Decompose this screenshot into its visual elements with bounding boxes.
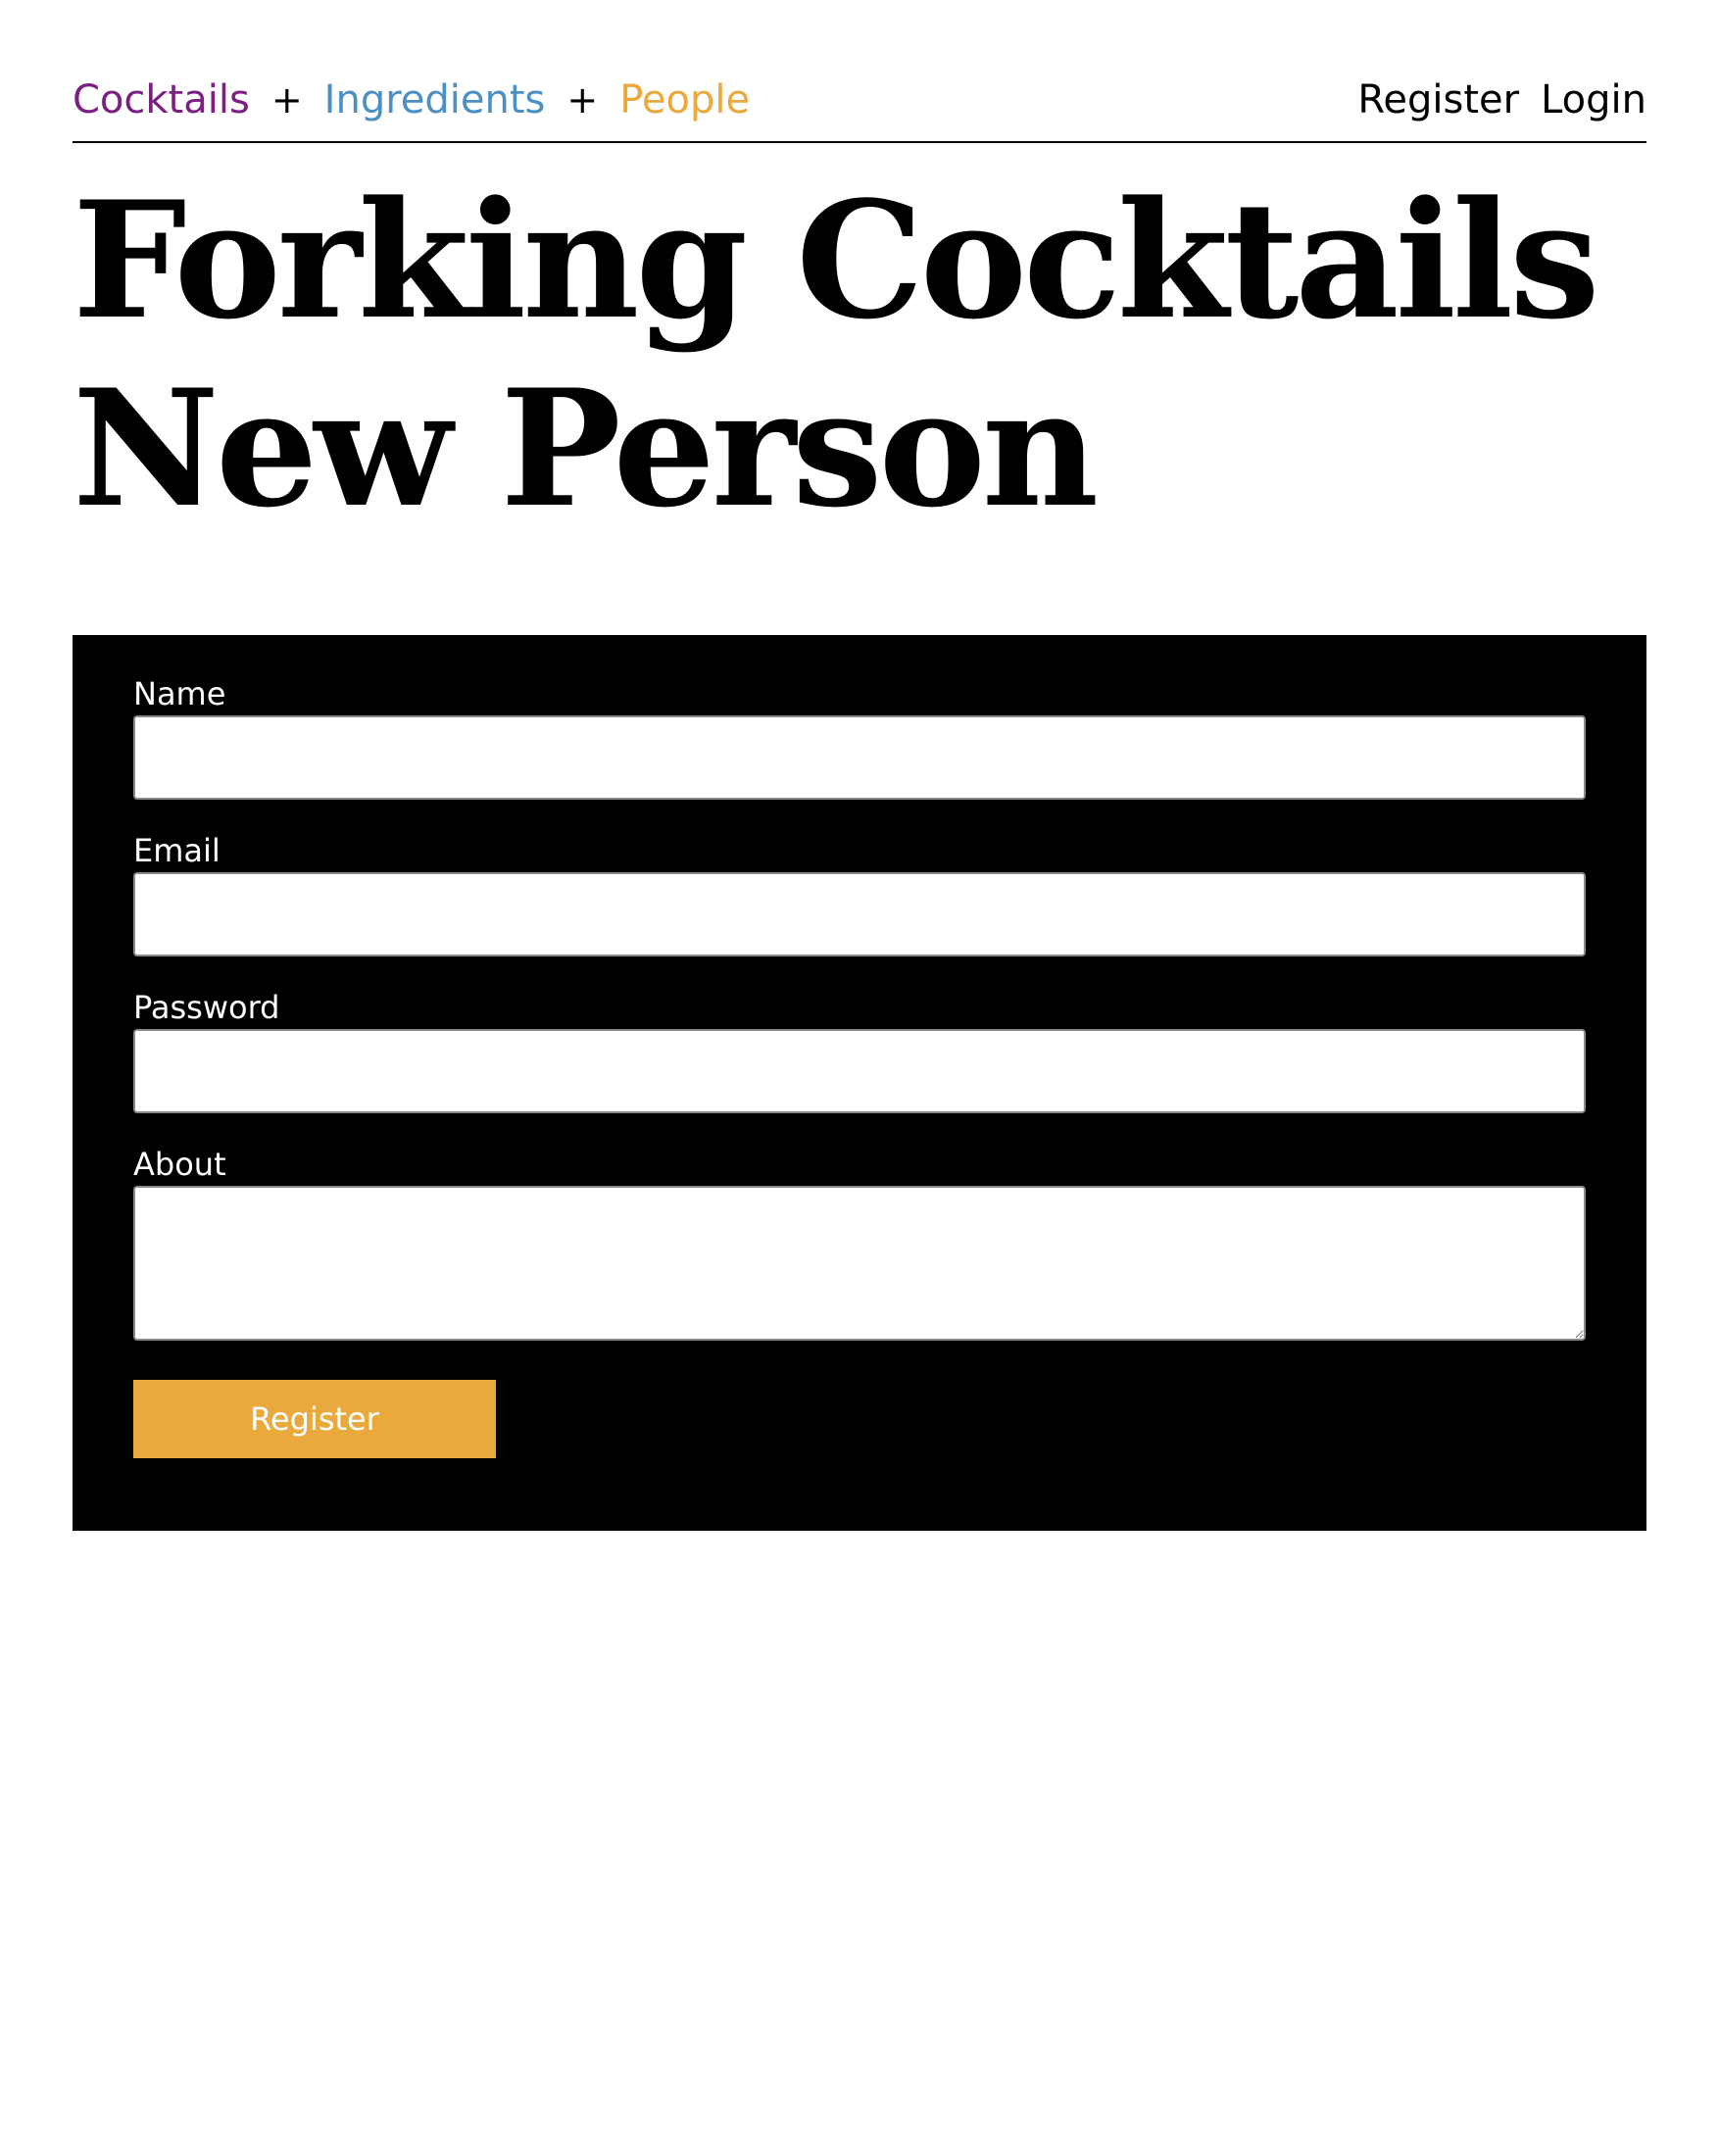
site-title: Forking Cocktails (73, 166, 1600, 355)
nav-link-cocktails[interactable]: Cocktails (73, 73, 250, 127)
nav-link-people[interactable]: People (619, 73, 750, 127)
name-input[interactable] (133, 715, 1586, 800)
primary-nav: Cocktails + Ingredients + People (73, 73, 750, 127)
name-label: Name (133, 675, 226, 712)
email-label: Email (133, 832, 221, 869)
top-navigation: Cocktails + Ingredients + People Registe… (73, 0, 1646, 143)
password-label: Password (133, 989, 280, 1026)
nav-separator: + (566, 78, 599, 122)
page-header: Forking Cocktails New Person (73, 167, 1646, 543)
register-button[interactable]: Register (133, 1380, 496, 1458)
password-input[interactable] (133, 1029, 1586, 1113)
page-title: New Person (73, 354, 1099, 543)
about-textarea[interactable] (133, 1186, 1586, 1341)
nav-link-login[interactable]: Login (1541, 73, 1646, 127)
email-input[interactable] (133, 872, 1586, 956)
auth-nav: Register Login (1357, 73, 1646, 127)
page: Cocktails + Ingredients + People Registe… (73, 0, 1646, 1531)
nav-separator: + (270, 78, 303, 122)
nav-link-ingredients[interactable]: Ingredients (324, 73, 546, 127)
new-person-form: Name Email Password About Register (73, 635, 1646, 1531)
about-label: About (133, 1146, 226, 1183)
nav-link-register[interactable]: Register (1357, 73, 1519, 127)
